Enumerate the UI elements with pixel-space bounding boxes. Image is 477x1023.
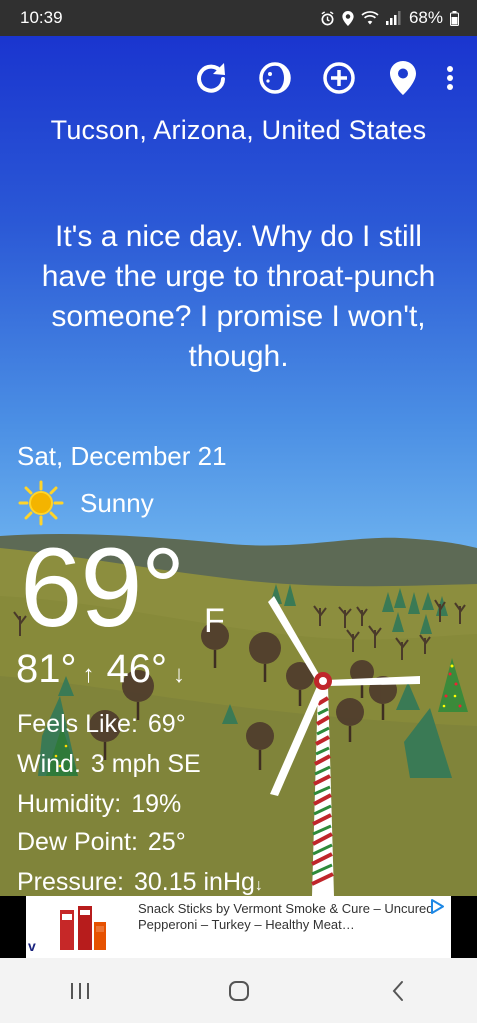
low-temp: 46°: [106, 647, 168, 691]
dew-point-row: Dew Point: 25°: [17, 828, 186, 857]
alarm-icon: [321, 10, 334, 25]
wind-row: Wind: 3 mph SE: [17, 750, 201, 779]
toolbar: [185, 58, 477, 98]
dew-point-value: 25°: [147, 828, 186, 856]
system-nav-bar: [0, 958, 477, 1023]
pressure-falling-icon: ↓: [254, 877, 263, 894]
advertiser-logo-icon: v: [28, 938, 36, 954]
status-bar: 10:39 68%: [0, 0, 477, 36]
status-icons: 68%: [320, 8, 459, 28]
more-options-button[interactable]: [435, 58, 465, 98]
signal-icon: [385, 11, 401, 25]
humidity-value: 19%: [131, 790, 182, 818]
moon-phase-button[interactable]: [249, 58, 301, 98]
humidity-label: Humidity:: [17, 790, 122, 818]
more-vert-icon: [447, 66, 453, 90]
moon-phase-icon: [259, 62, 291, 94]
ad-banner[interactable]: Snack Sticks by Vermont Smoke & Cure – U…: [0, 896, 477, 958]
high-temp: 81°: [16, 647, 77, 691]
wind-label: Wind:: [17, 750, 81, 778]
humidity-row: Humidity: 19%: [17, 790, 181, 819]
refresh-icon: [197, 63, 225, 93]
home-button[interactable]: [209, 966, 269, 1016]
current-temperature: 69°: [20, 525, 185, 650]
back-icon: [392, 980, 403, 1001]
home-icon: [228, 980, 249, 1001]
battery-percent: 68%: [408, 8, 443, 27]
adchoices-icon[interactable]: [430, 899, 445, 914]
pressure-value: 30.15 inHg: [133, 868, 255, 896]
location-name[interactable]: Tucson, Arizona, United States: [0, 115, 477, 146]
weather-quip: It's a nice day. Why do I still have the…: [41, 220, 436, 373]
arrow-up-icon: ↑: [82, 661, 95, 688]
weather-background: Tucson, Arizona, United States It's a ni…: [0, 36, 477, 896]
status-time: 10:39: [20, 8, 63, 27]
add-location-icon: [323, 62, 355, 94]
feels-like-row: Feels Like: 69°: [17, 710, 186, 739]
arrow-down-icon: ↓: [173, 661, 185, 688]
refresh-button[interactable]: [185, 58, 237, 98]
pressure-label: Pressure:: [17, 868, 124, 896]
high-low-row: 81° ↑ 46° ↓: [16, 647, 197, 692]
sun-icon: [18, 480, 64, 526]
location-button[interactable]: [377, 58, 429, 98]
back-button[interactable]: [368, 966, 428, 1016]
battery-icon: [450, 10, 459, 26]
recent-apps-icon: [70, 982, 89, 999]
feels-like-label: Feels Like:: [17, 710, 138, 738]
feels-like-value: 69°: [147, 710, 186, 738]
temperature-unit[interactable]: F: [204, 602, 225, 641]
wifi-icon: [361, 11, 379, 25]
ad-text[interactable]: Snack Sticks by Vermont Smoke & Cure – U…: [138, 901, 443, 933]
location-pin-icon: [390, 61, 416, 95]
dew-point-label: Dew Point:: [17, 828, 138, 856]
condition-row: Sunny: [18, 480, 154, 526]
wind-value: 3 mph SE: [90, 750, 201, 778]
condition-text: Sunny: [80, 487, 154, 518]
forecast-date: Sat, December 21: [17, 441, 227, 471]
ad-card[interactable]: Snack Sticks by Vermont Smoke & Cure – U…: [26, 896, 451, 958]
ad-product-image: [60, 906, 106, 950]
add-location-button[interactable]: [313, 58, 365, 98]
recent-apps-button[interactable]: [50, 966, 110, 1016]
pressure-row: Pressure: 30.15 inHg↓: [17, 868, 263, 896]
location-icon: [342, 10, 354, 26]
